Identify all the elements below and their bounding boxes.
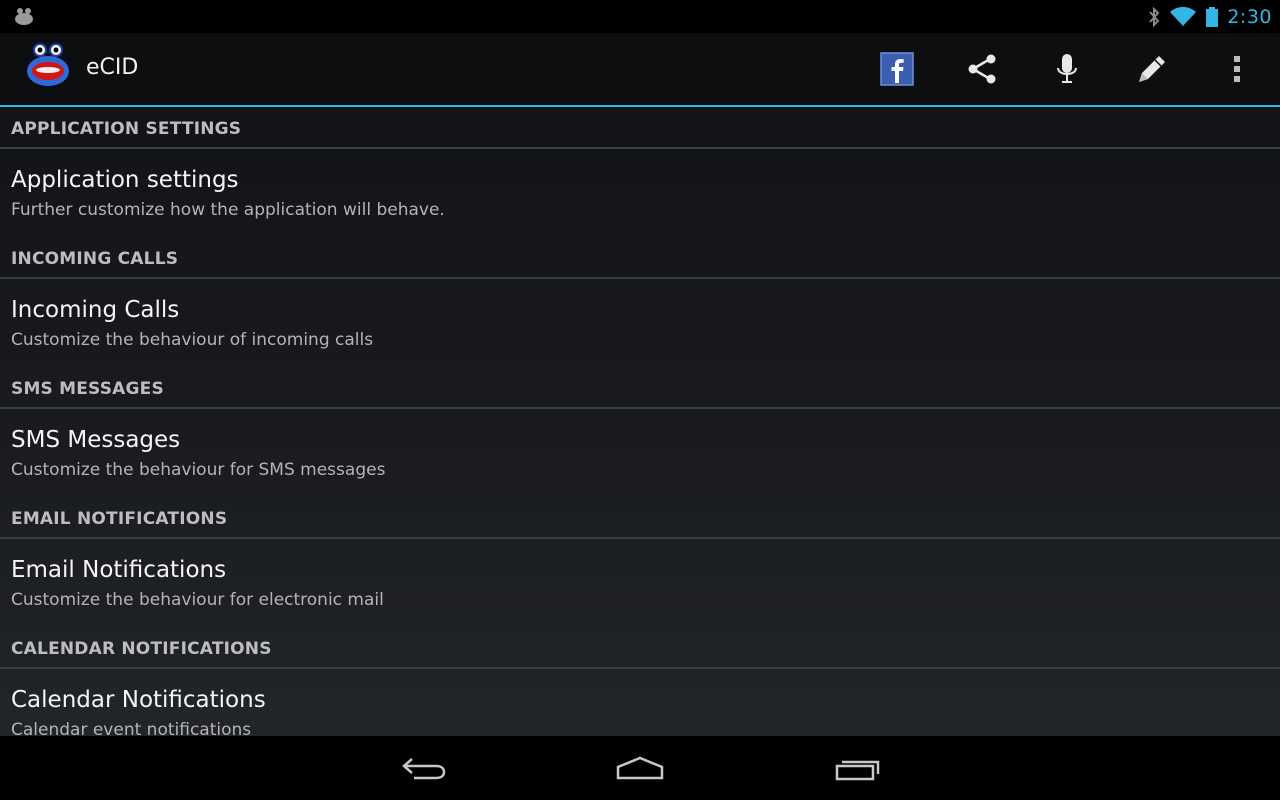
section-header: SMS MESSAGES <box>0 367 1280 409</box>
navigation-bar <box>0 736 1280 800</box>
status-bar: 2:30 <box>0 0 1280 33</box>
pref-item-sms-messages[interactable]: SMS Messages Customize the behaviour for… <box>0 409 1280 497</box>
pref-summary: Further customize how the application wi… <box>11 200 445 220</box>
share-button[interactable] <box>940 33 1024 105</box>
section-header-label: EMAIL NOTIFICATIONS <box>11 509 228 529</box>
status-time: 2:30 <box>1227 5 1272 28</box>
pref-title: Email Notifications <box>11 557 227 583</box>
overflow-menu-button[interactable] <box>1195 33 1279 105</box>
pref-title: SMS Messages <box>11 427 181 453</box>
pref-item-application-settings[interactable]: Application settings Further customize h… <box>0 149 1280 237</box>
more-vertical-icon <box>1234 56 1240 82</box>
pref-summary: Customize the behaviour for electronic m… <box>11 590 384 610</box>
pref-title: Calendar Notifications <box>11 687 266 713</box>
android-debug-icon <box>15 8 33 25</box>
bluetooth-icon <box>1149 6 1160 27</box>
home-icon <box>616 756 664 780</box>
facebook-button[interactable] <box>855 33 939 105</box>
edit-button[interactable] <box>1110 33 1194 105</box>
pref-item-calendar-notifications[interactable]: Calendar Notifications Calendar event no… <box>0 669 1280 736</box>
microphone-icon <box>1057 54 1077 83</box>
status-icons: 2:30 <box>1147 0 1272 33</box>
wifi-icon <box>1170 6 1197 26</box>
recent-apps-button[interactable] <box>808 736 908 800</box>
pref-summary: Calendar event notifications <box>11 720 252 736</box>
section-header-label: APPLICATION SETTINGS <box>11 119 242 139</box>
pref-title: Application settings <box>11 167 239 193</box>
battery-icon <box>1206 6 1219 27</box>
screen: 2:30 eCID APPLICATION SETTINGS Applicati… <box>0 0 1280 800</box>
section-header: CALENDAR NOTIFICATIONS <box>0 627 1280 669</box>
preferences-list: APPLICATION SETTINGS Application setting… <box>0 107 1280 736</box>
section-header-label: INCOMING CALLS <box>11 249 179 269</box>
pencil-icon <box>1139 56 1165 82</box>
pref-title: Incoming Calls <box>11 297 180 323</box>
pref-item-email-notifications[interactable]: Email Notifications Customize the behavi… <box>0 539 1280 627</box>
section-header-label: CALENDAR NOTIFICATIONS <box>11 639 272 659</box>
pref-summary: Customize the behaviour of incoming call… <box>11 330 374 350</box>
share-icon <box>968 54 996 84</box>
app-title: eCID <box>86 55 139 80</box>
action-bar: eCID <box>0 33 1280 107</box>
section-header: EMAIL NOTIFICATIONS <box>0 497 1280 539</box>
section-header: APPLICATION SETTINGS <box>0 107 1280 149</box>
back-button[interactable] <box>374 736 474 800</box>
microphone-button[interactable] <box>1025 33 1109 105</box>
back-icon <box>402 758 446 780</box>
section-header: INCOMING CALLS <box>0 237 1280 279</box>
pref-item-incoming-calls[interactable]: Incoming Calls Customize the behaviour o… <box>0 279 1280 367</box>
home-button[interactable] <box>590 736 690 800</box>
facebook-icon <box>880 52 914 86</box>
section-header-label: SMS MESSAGES <box>11 379 164 399</box>
pref-summary: Customize the behaviour for SMS messages <box>11 460 386 480</box>
recent-apps-icon <box>835 760 880 781</box>
ecid-logo-icon[interactable] <box>24 41 72 89</box>
